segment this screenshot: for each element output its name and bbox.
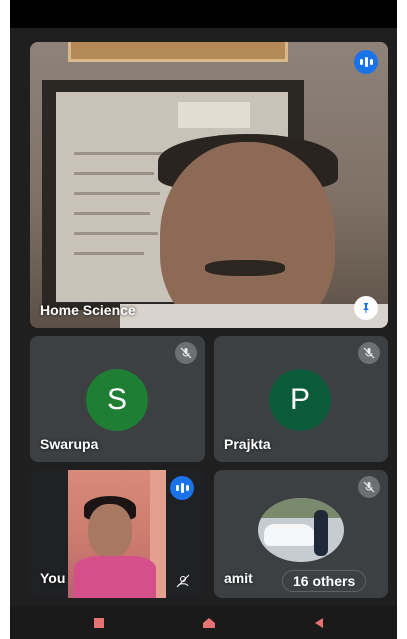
participant-name: Home Science xyxy=(40,302,136,318)
avatar: S xyxy=(86,369,148,431)
others-count-badge[interactable]: 16 others xyxy=(282,570,367,592)
participant-name: You xyxy=(40,570,66,586)
mic-off-icon xyxy=(175,342,197,364)
video-text-line xyxy=(74,232,158,235)
avatar: P xyxy=(269,369,331,431)
video-frame-decor xyxy=(68,42,288,62)
video-text-line xyxy=(74,252,144,255)
recent-apps-icon[interactable] xyxy=(87,614,111,632)
main-video-tile[interactable]: Home Science xyxy=(30,42,388,328)
meet-screen: Home Science S Swarupa P Prajkta You ami… xyxy=(10,0,397,639)
self-video-person-body xyxy=(74,556,156,598)
video-person-shirt xyxy=(120,304,388,328)
video-text-line xyxy=(74,152,164,155)
participant-name: amit xyxy=(224,570,253,586)
others-tile[interactable]: amit 16 others xyxy=(214,470,388,598)
mic-off-icon xyxy=(358,342,380,364)
video-person-mustache xyxy=(205,260,285,276)
self-video-person-face xyxy=(88,504,132,558)
video-text-line xyxy=(74,192,160,195)
self-video-tile[interactable]: You xyxy=(30,470,205,598)
home-icon[interactable] xyxy=(197,614,221,632)
mic-off-icon xyxy=(358,476,380,498)
avatar-photo-person xyxy=(314,510,328,556)
navigation-bar xyxy=(10,606,397,639)
participant-name: Prajkta xyxy=(224,436,271,452)
participant-tile-swarupa[interactable]: S Swarupa xyxy=(30,336,205,462)
video-photos-decor xyxy=(178,102,250,128)
participant-tile-prajkta[interactable]: P Prajkta xyxy=(214,336,388,462)
avatar xyxy=(258,498,344,562)
video-person-face xyxy=(160,142,335,328)
back-icon[interactable] xyxy=(307,614,331,632)
pin-icon[interactable] xyxy=(354,296,378,320)
avatar-photo-car xyxy=(264,524,316,546)
audio-level-icon xyxy=(170,476,194,500)
video-text-line xyxy=(74,172,154,175)
participant-name: Swarupa xyxy=(40,436,99,452)
audio-level-icon xyxy=(354,50,378,74)
video-text-line xyxy=(74,212,150,215)
status-bar xyxy=(10,0,397,28)
avatar-photo-trees xyxy=(258,498,344,518)
effects-icon[interactable] xyxy=(172,570,194,592)
